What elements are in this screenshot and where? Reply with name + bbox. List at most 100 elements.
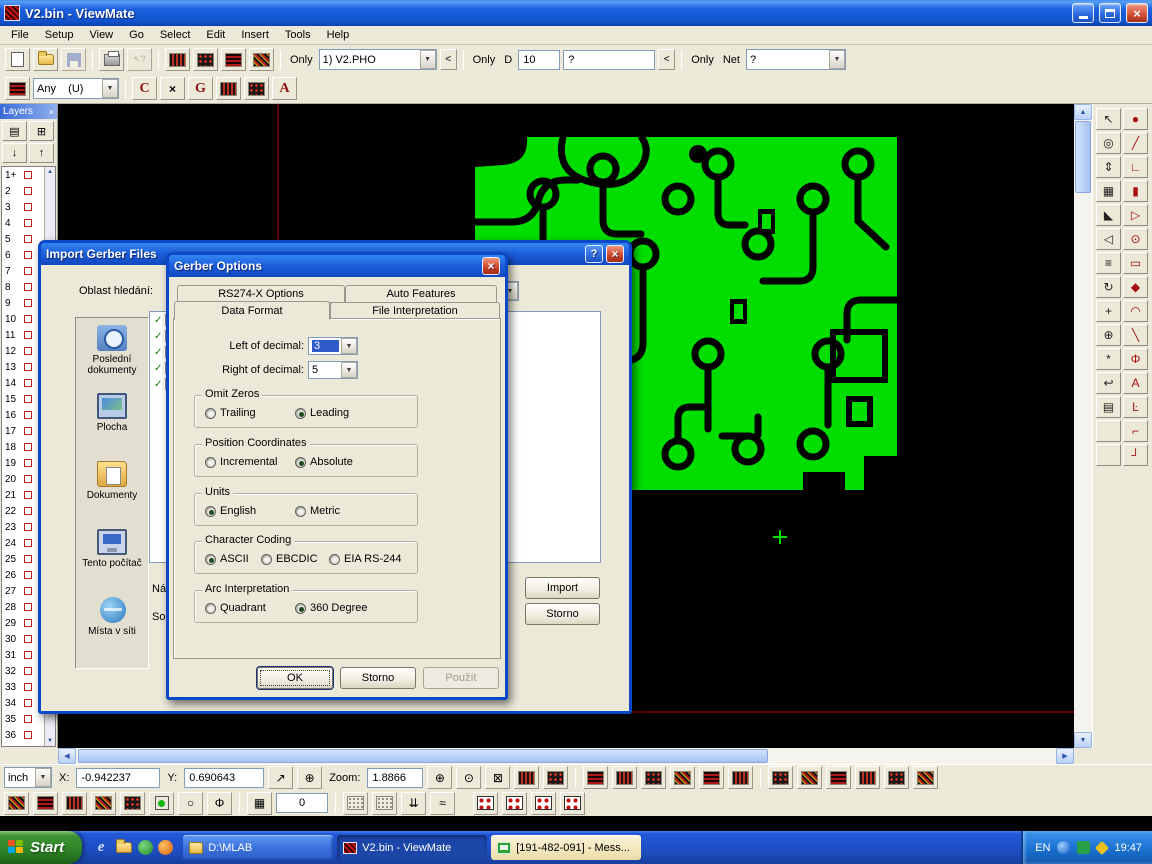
dialog-close-button[interactable]: × xyxy=(606,245,624,263)
print-button[interactable] xyxy=(99,48,124,71)
place-desktop[interactable]: Plocha xyxy=(76,386,148,454)
place-recent-documents[interactable]: Poslední dokumenty xyxy=(76,318,148,386)
radio-english[interactable]: English xyxy=(205,505,256,517)
tool-icon[interactable]: Ŀ xyxy=(1123,396,1148,418)
measure-button[interactable]: ↗ xyxy=(268,766,293,789)
tool-icon[interactable]: ⊙ xyxy=(1123,228,1148,250)
dcode-aux-field[interactable]: ? xyxy=(563,50,655,70)
menu-item[interactable]: Help xyxy=(319,27,358,43)
start-button[interactable]: Start xyxy=(0,831,82,864)
tool-icon[interactable]: ◣ xyxy=(1096,204,1121,226)
pattern-button[interactable] xyxy=(826,766,851,789)
vertical-scroll-thumb[interactable] xyxy=(1075,121,1091,193)
units-combo[interactable]: inch ▼ xyxy=(4,767,52,788)
layers-close-icon[interactable]: × xyxy=(49,107,54,117)
open-file-button[interactable] xyxy=(33,48,58,71)
tool-icon[interactable]: ▷ xyxy=(1123,204,1148,226)
pattern-button[interactable] xyxy=(699,766,724,789)
dice-pattern-button[interactable] xyxy=(502,792,527,815)
tray-icon-blue[interactable] xyxy=(1057,841,1070,854)
horizontal-scroll-thumb[interactable] xyxy=(78,749,768,763)
pattern-button[interactable] xyxy=(62,792,87,815)
smooth-button[interactable]: ≈ xyxy=(430,792,455,815)
place-my-computer[interactable]: Tento počítač xyxy=(76,522,148,590)
pattern-button[interactable] xyxy=(91,792,116,815)
menu-item[interactable]: View xyxy=(81,27,121,43)
pattern-button[interactable] xyxy=(884,766,909,789)
tray-icon-green[interactable] xyxy=(1077,841,1090,854)
language-indicator[interactable]: EN xyxy=(1035,842,1050,854)
chevron-down-icon[interactable]: ▼ xyxy=(829,50,845,69)
tool-icon[interactable]: ≡ xyxy=(1096,252,1121,274)
tool-icon[interactable]: ↩ xyxy=(1096,372,1121,394)
pattern-button[interactable] xyxy=(797,766,822,789)
scroll-right-button[interactable]: ▶ xyxy=(1056,748,1074,764)
grid-table-button[interactable] xyxy=(514,766,539,789)
folder-shortcut-icon[interactable] xyxy=(115,839,133,857)
menu-item[interactable]: Edit xyxy=(198,27,233,43)
selection-filter-button[interactable] xyxy=(5,77,30,100)
tray-icon-yellow[interactable] xyxy=(1095,840,1109,854)
only-layer-toggle[interactable]: Only xyxy=(287,54,316,66)
tool-icon[interactable]: ╲ xyxy=(1123,324,1148,346)
new-file-button[interactable] xyxy=(5,48,30,71)
tool-icon[interactable]: ∟ xyxy=(1123,156,1148,178)
pattern-button[interactable] xyxy=(641,766,666,789)
tool-icon[interactable]: + xyxy=(1096,300,1121,322)
horizontal-scrollbar[interactable]: ◀ ▶ xyxy=(58,748,1074,764)
context-help-button[interactable]: ↖? xyxy=(127,48,152,71)
tool-icon[interactable]: A xyxy=(1123,372,1148,394)
close-button[interactable]: × xyxy=(1126,3,1148,23)
measure-tool-button[interactable] xyxy=(221,48,246,71)
pattern-button[interactable] xyxy=(670,766,695,789)
layer-view-button[interactable]: ▤ xyxy=(2,121,27,141)
layer-grid-button[interactable]: ⊞ xyxy=(29,121,54,141)
dcode-field[interactable]: 10 xyxy=(518,50,560,70)
grid-value-field[interactable]: 0 xyxy=(276,793,328,813)
zoom-window-button[interactable]: ⊠ xyxy=(485,766,510,789)
y-coordinate-field[interactable]: 0.690643 xyxy=(184,768,264,788)
select-any-combo[interactable]: Any (U) ▼ xyxy=(33,78,119,99)
chevron-down-icon[interactable]: ▼ xyxy=(341,362,357,378)
menu-item[interactable]: Tools xyxy=(277,27,319,43)
pattern-button[interactable] xyxy=(583,766,608,789)
taskbar-button-message[interactable]: [191-482-091] - Mess... xyxy=(491,835,641,860)
pattern-button[interactable] xyxy=(728,766,753,789)
grid-table-button-2[interactable] xyxy=(543,766,568,789)
radio-eia-rs244[interactable]: EIA RS-244 xyxy=(329,553,401,565)
tool-icon[interactable]: ● xyxy=(1123,108,1148,130)
dot-grid-button[interactable] xyxy=(343,792,368,815)
maximize-button[interactable] xyxy=(1099,3,1121,23)
tool-icon[interactable]: ▦ xyxy=(1096,180,1121,202)
place-documents[interactable]: Dokumenty xyxy=(76,454,148,522)
radio-ebcdic[interactable]: EBCDIC xyxy=(261,553,318,565)
only-net-toggle[interactable]: Only xyxy=(688,54,717,66)
menu-item[interactable]: Setup xyxy=(37,27,82,43)
radio-absolute[interactable]: Absolute xyxy=(295,456,353,468)
right-of-decimal-combo[interactable]: 5 ▼ xyxy=(308,361,358,379)
tool-icon[interactable]: ⌐ xyxy=(1123,420,1148,442)
vertical-scrollbar[interactable]: ▲ ▼ xyxy=(1074,104,1092,748)
save-button[interactable] xyxy=(61,48,86,71)
ok-button[interactable]: OK xyxy=(257,667,333,689)
circle-aperture-button[interactable]: C xyxy=(132,77,157,100)
dice-pattern-button[interactable] xyxy=(531,792,556,815)
round-aperture-button[interactable]: ○ xyxy=(178,792,203,815)
only-dcode-toggle[interactable]: Only xyxy=(470,54,499,66)
previous-layer-button[interactable]: < xyxy=(440,49,457,70)
tool-icon[interactable]: ◆ xyxy=(1123,276,1148,298)
dice-pattern-button[interactable] xyxy=(473,792,498,815)
tool-icon[interactable]: ┘ xyxy=(1123,444,1148,466)
radio-trailing[interactable]: Trailing xyxy=(205,407,256,419)
quick-launch-green-icon[interactable] xyxy=(138,840,153,855)
scroll-up-button[interactable]: ▲ xyxy=(1074,104,1092,120)
pattern-button[interactable] xyxy=(120,792,145,815)
zoom-select-button[interactable]: ⊙ xyxy=(456,766,481,789)
tab-data-format[interactable]: Data Format xyxy=(174,301,330,320)
layer-move-down-button[interactable]: ↓ xyxy=(2,143,27,163)
tool-icon[interactable]: ▭ xyxy=(1123,252,1148,274)
internet-explorer-icon[interactable]: e xyxy=(92,839,110,857)
previous-dcode-button[interactable]: < xyxy=(658,49,675,70)
zoom-in-button[interactable]: ⊕ xyxy=(427,766,452,789)
tool-icon[interactable]: ◠ xyxy=(1123,300,1148,322)
